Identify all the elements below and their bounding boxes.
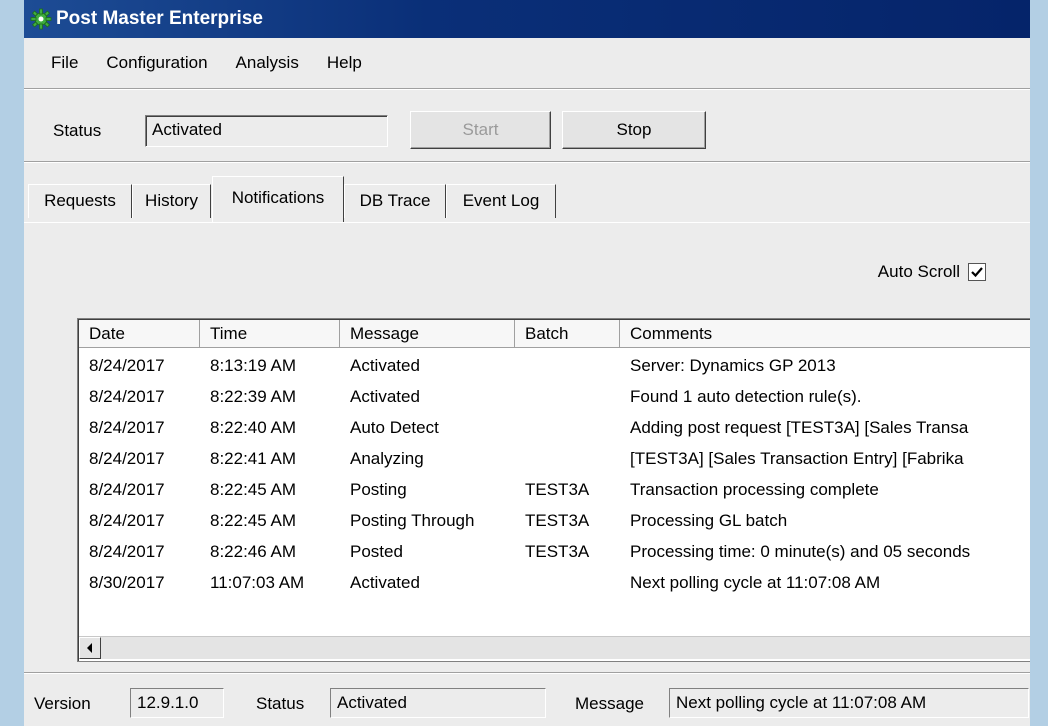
cell-message: Activated bbox=[350, 387, 420, 406]
cell-date: 8/24/2017 bbox=[89, 418, 165, 437]
cell-date: 8/24/2017 bbox=[89, 356, 165, 375]
tab-history[interactable]: History bbox=[132, 184, 211, 218]
cell-time: 8:22:41 AM bbox=[210, 449, 297, 468]
cell-date: 8/30/2017 bbox=[89, 573, 165, 592]
tab-requests[interactable]: Requests bbox=[28, 184, 132, 218]
title-bar: Post Master Enterprise bbox=[24, 0, 1030, 38]
cell-message: Activated bbox=[350, 356, 420, 375]
menu-separator bbox=[24, 88, 1030, 90]
gear-icon bbox=[30, 8, 52, 30]
app-window: Post Master Enterprise File Configuratio… bbox=[24, 0, 1030, 726]
cell-comments: Processing time: 0 minute(s) and 05 seco… bbox=[630, 542, 971, 561]
message-label: Message bbox=[575, 694, 644, 713]
table-body: 8/24/2017 8:13:19 AM Activated Server: Dyna… bbox=[79, 350, 1030, 598]
table-row[interactable]: 8/24/2017 8:13:19 AM Activated Server: Dyna… bbox=[79, 350, 1030, 381]
cell-date: 8/24/2017 bbox=[89, 387, 165, 406]
menu-bar: File Configuration Analysis Help bbox=[24, 38, 1030, 88]
table-row[interactable]: 8/24/2017 8:22:39 AM Activated Found 1 auto… bbox=[79, 381, 1030, 412]
stop-button[interactable]: Stop bbox=[562, 111, 706, 149]
tab-notifications[interactable]: Notifications bbox=[212, 176, 344, 222]
cell-time: 8:22:45 AM bbox=[210, 511, 297, 530]
cell-comments: Server: Dynamics GP 2013 bbox=[630, 356, 836, 375]
cell-comments: [TEST3A] [Sales Transaction Entry] [Fabr… bbox=[630, 449, 964, 468]
table-row[interactable]: 8/24/2017 8:22:46 AM Posted TEST3A Processin… bbox=[79, 536, 1030, 567]
column-header-batch[interactable]: Batch bbox=[515, 320, 620, 348]
notifications-table[interactable]: Date Time Message Batch Comments 8/24/20… bbox=[77, 318, 1030, 662]
statusbar-status-label: Status bbox=[256, 694, 305, 713]
menu-help[interactable]: Help bbox=[313, 53, 376, 73]
cell-comments: Adding post request [TEST3A] [Sales Tran… bbox=[630, 418, 969, 437]
cell-message: Posted bbox=[350, 542, 403, 561]
cell-comments: Processing GL batch bbox=[630, 511, 788, 530]
cell-comments: Next polling cycle at 11:07:08 AM bbox=[630, 573, 881, 592]
cell-batch: TEST3A bbox=[525, 480, 590, 499]
table-row[interactable]: 8/24/2017 8:22:45 AM Posting TEST3A Transact… bbox=[79, 474, 1030, 505]
statusbar-separator bbox=[24, 672, 1030, 674]
cell-message: Posting bbox=[350, 480, 407, 499]
tab-db-trace[interactable]: DB Trace bbox=[344, 184, 446, 218]
cell-time: 8:22:45 AM bbox=[210, 480, 297, 499]
cell-time: 8:22:40 AM bbox=[210, 418, 297, 437]
message-field: Next polling cycle at 11:07:08 AM bbox=[669, 688, 1029, 718]
statusbar-status-field: Activated bbox=[330, 688, 546, 718]
cell-date: 8/24/2017 bbox=[89, 511, 165, 530]
cell-message: Analyzing bbox=[350, 449, 424, 468]
cell-time: 8:22:46 AM bbox=[210, 542, 297, 561]
column-header-time[interactable]: Time bbox=[200, 320, 340, 348]
column-header-message[interactable]: Message bbox=[340, 320, 515, 348]
table-row[interactable]: 8/30/2017 11:07:03 AM Activated Next pollin… bbox=[79, 567, 1030, 598]
auto-scroll-checkbox[interactable] bbox=[968, 263, 986, 281]
auto-scroll-control: Auto Scroll bbox=[878, 262, 986, 282]
table-row[interactable]: 8/24/2017 8:22:45 AM Posting Through TEST3A… bbox=[79, 505, 1030, 536]
status-panel: Status Activated Start Stop bbox=[24, 103, 1030, 161]
auto-scroll-label: Auto Scroll bbox=[877, 262, 960, 281]
column-header-comments[interactable]: Comments bbox=[620, 320, 1030, 348]
arrow-left-icon bbox=[87, 643, 92, 653]
tab-event-log[interactable]: Event Log bbox=[446, 184, 556, 218]
column-header-date[interactable]: Date bbox=[79, 320, 200, 348]
cell-batch: TEST3A bbox=[525, 511, 590, 530]
cell-message: Activated bbox=[350, 573, 420, 592]
table-row[interactable]: 8/24/2017 8:22:40 AM Auto Detect Adding pos… bbox=[79, 412, 1030, 443]
scroll-left-button[interactable] bbox=[79, 637, 101, 659]
version-field: 12.9.1.0 bbox=[130, 688, 224, 718]
version-label: Version bbox=[34, 694, 91, 713]
checkmark-icon bbox=[971, 267, 983, 278]
table-row[interactable]: 8/24/2017 8:22:41 AM Analyzing [TEST3A] [Sa… bbox=[79, 443, 1030, 474]
cell-date: 8/24/2017 bbox=[89, 449, 165, 468]
cell-time: 8:13:19 AM bbox=[210, 356, 297, 375]
horizontal-scrollbar[interactable] bbox=[79, 636, 1030, 659]
cell-date: 8/24/2017 bbox=[89, 542, 165, 561]
menu-file[interactable]: File bbox=[24, 53, 92, 73]
cell-batch: TEST3A bbox=[525, 542, 590, 561]
cell-comments: Transaction processing complete bbox=[630, 480, 879, 499]
tab-baseline bbox=[24, 222, 1030, 223]
cell-time: 8:22:39 AM bbox=[210, 387, 297, 406]
cell-message: Posting Through bbox=[350, 511, 475, 530]
panel-separator bbox=[24, 161, 1030, 163]
cell-date: 8/24/2017 bbox=[89, 480, 165, 499]
table-header: Date Time Message Batch Comments bbox=[79, 320, 1030, 349]
status-label: Status bbox=[53, 121, 102, 140]
status-field: Activated bbox=[145, 115, 388, 147]
cell-time: 11:07:03 AM bbox=[210, 573, 305, 592]
tab-strip: Requests History Notifications DB Trace … bbox=[24, 176, 1030, 222]
cell-comments: Found 1 auto detection rule(s). bbox=[630, 387, 862, 406]
window-title: Post Master Enterprise bbox=[56, 8, 263, 29]
menu-configuration[interactable]: Configuration bbox=[92, 53, 221, 73]
menu-analysis[interactable]: Analysis bbox=[222, 53, 313, 73]
start-button[interactable]: Start bbox=[410, 111, 551, 149]
cell-message: Auto Detect bbox=[350, 418, 439, 437]
status-bar: Version 12.9.1.0 Status Activated Messag… bbox=[24, 680, 1030, 726]
